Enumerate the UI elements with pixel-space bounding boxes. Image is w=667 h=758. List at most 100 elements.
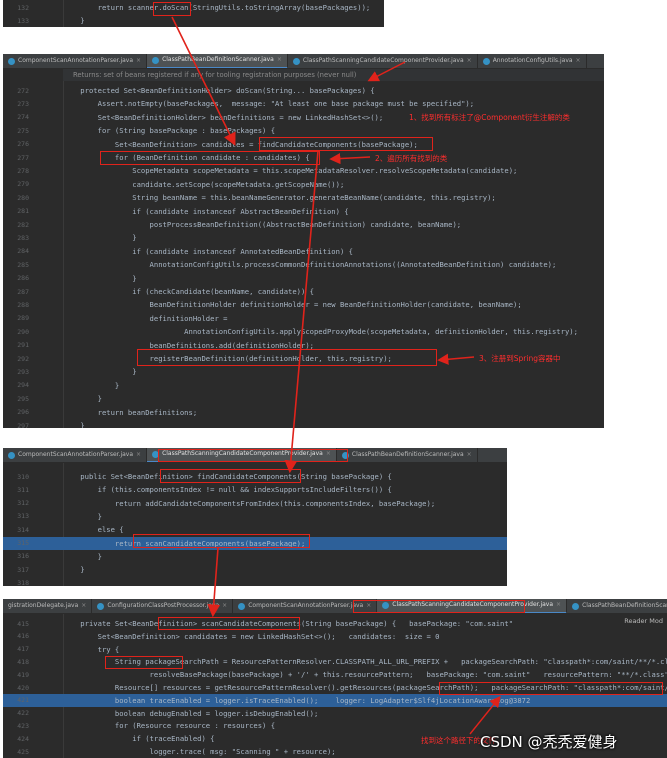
code-text[interactable]: }: [63, 565, 84, 574]
code-text[interactable]: return addCandidateComponentsFromIndex(t…: [63, 499, 435, 508]
code-line: 418 String packageSearchPath = ResourceP…: [3, 655, 667, 668]
code-text[interactable]: try {: [63, 645, 120, 654]
code-text[interactable]: return scanner.doScan(StringUtils.toStri…: [63, 3, 371, 12]
code-line: 133 }: [3, 14, 384, 27]
tab-classpath-bean-definition-scanner[interactable]: ClassPathBeanDefinitionScanner.java×: [337, 448, 478, 462]
close-icon[interactable]: ×: [576, 54, 581, 68]
code-text[interactable]: }: [63, 16, 84, 25]
close-icon[interactable]: ×: [467, 448, 472, 462]
close-icon[interactable]: ×: [277, 54, 282, 67]
line-number: 418: [17, 657, 29, 666]
code-text[interactable]: if (candidate instanceof AnnotatedBeanDe…: [63, 247, 353, 256]
find-candidates-highlight: [259, 137, 433, 151]
code-text[interactable]: AnnotationConfigUtils.processCommonDefin…: [63, 260, 557, 269]
code-text[interactable]: }: [63, 512, 102, 521]
code-text[interactable]: postProcessBeanDefinition((AbstractBeanD…: [63, 220, 462, 229]
code-line: 285 AnnotationConfigUtils.processCommonD…: [3, 258, 604, 271]
code-text[interactable]: }: [63, 274, 136, 283]
watermark: CSDN @秃秃爱健身: [480, 733, 618, 751]
line-number: 296: [17, 408, 29, 417]
code-text[interactable]: AnnotationConfigUtils.applyScopedProxyMo…: [63, 327, 578, 336]
code-text[interactable]: Assert.notEmpty(basePackages, message: "…: [63, 99, 474, 108]
code-text[interactable]: }: [63, 233, 136, 242]
code-text[interactable]: boolean traceEnabled = logger.isTraceEna…: [63, 696, 530, 705]
code-text[interactable]: return beanDefinitions;: [63, 408, 198, 417]
code-text[interactable]: if (this.componentsIndex != null && inde…: [63, 485, 392, 494]
code-line: 284 if (candidate instanceof AnnotatedBe…: [3, 245, 604, 258]
close-icon[interactable]: ×: [136, 448, 141, 462]
close-icon[interactable]: ×: [136, 54, 141, 68]
code-text[interactable]: }: [63, 367, 136, 376]
line-number: 416: [17, 632, 29, 641]
code-text[interactable]: }: [63, 381, 119, 390]
rendered-doc-comment: Returns: set of beans registered if any …: [63, 69, 604, 81]
code-line: 294 }: [3, 379, 604, 392]
line-number: 425: [17, 747, 29, 756]
code-text[interactable]: BeanDefinitionHolder definitionHolder = …: [63, 300, 522, 309]
code-line: 421 boolean traceEnabled = logger.isTrac…: [3, 693, 667, 707]
java-class-icon: [97, 602, 105, 610]
code-text[interactable]: }: [63, 421, 84, 428]
line-number: 284: [17, 247, 29, 256]
scan-candidates-call-highlight: [133, 534, 310, 548]
tab-classpath-bean-definition-scanner[interactable]: ClassPathBeanDefinitionScanner.java×: [567, 599, 667, 613]
code-text[interactable]: else {: [63, 525, 124, 534]
code-text[interactable]: resolveBasePackage(basePackage) + '/' + …: [63, 670, 667, 679]
line-number: 310: [17, 472, 29, 481]
tab-classpath-scanning-candidate-component-provider[interactable]: ClassPathScanningCandidateComponentProvi…: [288, 54, 478, 68]
editor-tab-bar: gistrationDelegate.java × ConfigurationCl…: [3, 599, 667, 614]
line-number: 286: [17, 274, 29, 283]
code-text[interactable]: protected Set<BeanDefinitionHolder> doSc…: [63, 86, 374, 95]
close-icon[interactable]: ×: [222, 599, 227, 613]
for-loop-highlight: [100, 151, 320, 165]
code-text[interactable]: candidate.setScope(scopeMetadata.getScop…: [63, 180, 344, 189]
code-text[interactable]: if (checkCandidate(beanName, candidate))…: [63, 287, 314, 296]
code-line: 273 Assert.notEmpty(basePackages, messag…: [3, 97, 604, 110]
code-text[interactable]: logger.trace( msg: "Scanning " + resourc…: [63, 747, 336, 756]
code-line: 132 return scanner.doScan(StringUtils.to…: [3, 1, 384, 14]
package-search-path-value-highlight: [439, 682, 663, 695]
code-line: 287 if (checkCandidate(beanName, candida…: [3, 285, 604, 298]
code-line: 293 }: [3, 365, 604, 378]
code-text[interactable]: Set<BeanDefinitionHolder> beanDefinition…: [63, 113, 384, 122]
code-text[interactable]: for (String basePackage : basePackages) …: [63, 126, 275, 135]
line-number: 294: [17, 381, 29, 390]
code-text[interactable]: ScopeMetadata scopeMetadata = this.scope…: [63, 166, 517, 175]
tab-active-highlight: [158, 449, 348, 462]
code-text[interactable]: String beanName = this.beanNameGenerator…: [63, 193, 496, 202]
tab-component-scan-annotation-parser[interactable]: ComponentScanAnnotationParser.java ×: [3, 54, 148, 68]
code-line: 296 return beanDefinitions;: [3, 406, 604, 419]
line-number: 420: [17, 683, 29, 692]
code-text[interactable]: boolean debugEnabled = logger.isDebugEna…: [63, 709, 318, 718]
tab-configuration-class-post-processor[interactable]: ConfigurationClassPostProcessor.java ×: [92, 599, 234, 613]
code-text[interactable]: if (candidate instanceof AbstractBeanDef…: [63, 207, 348, 216]
close-icon[interactable]: ×: [556, 599, 561, 612]
code-text[interactable]: }: [63, 394, 102, 403]
code-panel-find-candidate-components: ComponentScanAnnotationParser.java × Clas…: [3, 448, 507, 586]
close-icon[interactable]: ×: [467, 54, 472, 68]
tab-registration-delegate[interactable]: gistrationDelegate.java ×: [3, 599, 93, 613]
code-text[interactable]: for (Resource resource : resources) {: [63, 721, 275, 730]
code-text[interactable]: }: [63, 552, 102, 561]
line-number: 287: [17, 287, 29, 296]
close-icon[interactable]: ×: [81, 599, 86, 613]
line-number: 315: [17, 539, 29, 547]
line-number: 275: [17, 126, 29, 135]
tab-classpath-bean-definition-scanner[interactable]: ClassPathBeanDefinitionScanner.java×: [147, 54, 288, 68]
code-line: 297 }: [3, 419, 604, 428]
line-number: 290: [17, 327, 29, 336]
code-line: 282 postProcessBeanDefinition((AbstractB…: [3, 218, 604, 231]
code-line: 290 AnnotationConfigUtils.applyScopedPro…: [3, 325, 604, 338]
code-text[interactable]: if (traceEnabled) {: [63, 734, 214, 743]
line-number: 314: [17, 525, 29, 534]
code-line: 416 Set<BeanDefinition> candidates = new…: [3, 630, 667, 643]
line-number: 421: [17, 696, 29, 705]
scan-candidates-decl-highlight: [158, 617, 300, 630]
code-text[interactable]: Set<BeanDefinition> candidates = new Lin…: [63, 632, 440, 641]
code-line: 422 boolean debugEnabled = logger.isDebu…: [3, 707, 667, 720]
line-number: 318: [17, 578, 29, 586]
tab-annotation-config-utils[interactable]: AnnotationConfigUtils.java ×: [478, 54, 587, 68]
tab-component-scan-annotation-parser[interactable]: ComponentScanAnnotationParser.java ×: [3, 448, 148, 462]
code-panel-doscan: ComponentScanAnnotationParser.java × Clas…: [3, 54, 604, 428]
code-text[interactable]: definitionHolder =: [63, 314, 228, 323]
